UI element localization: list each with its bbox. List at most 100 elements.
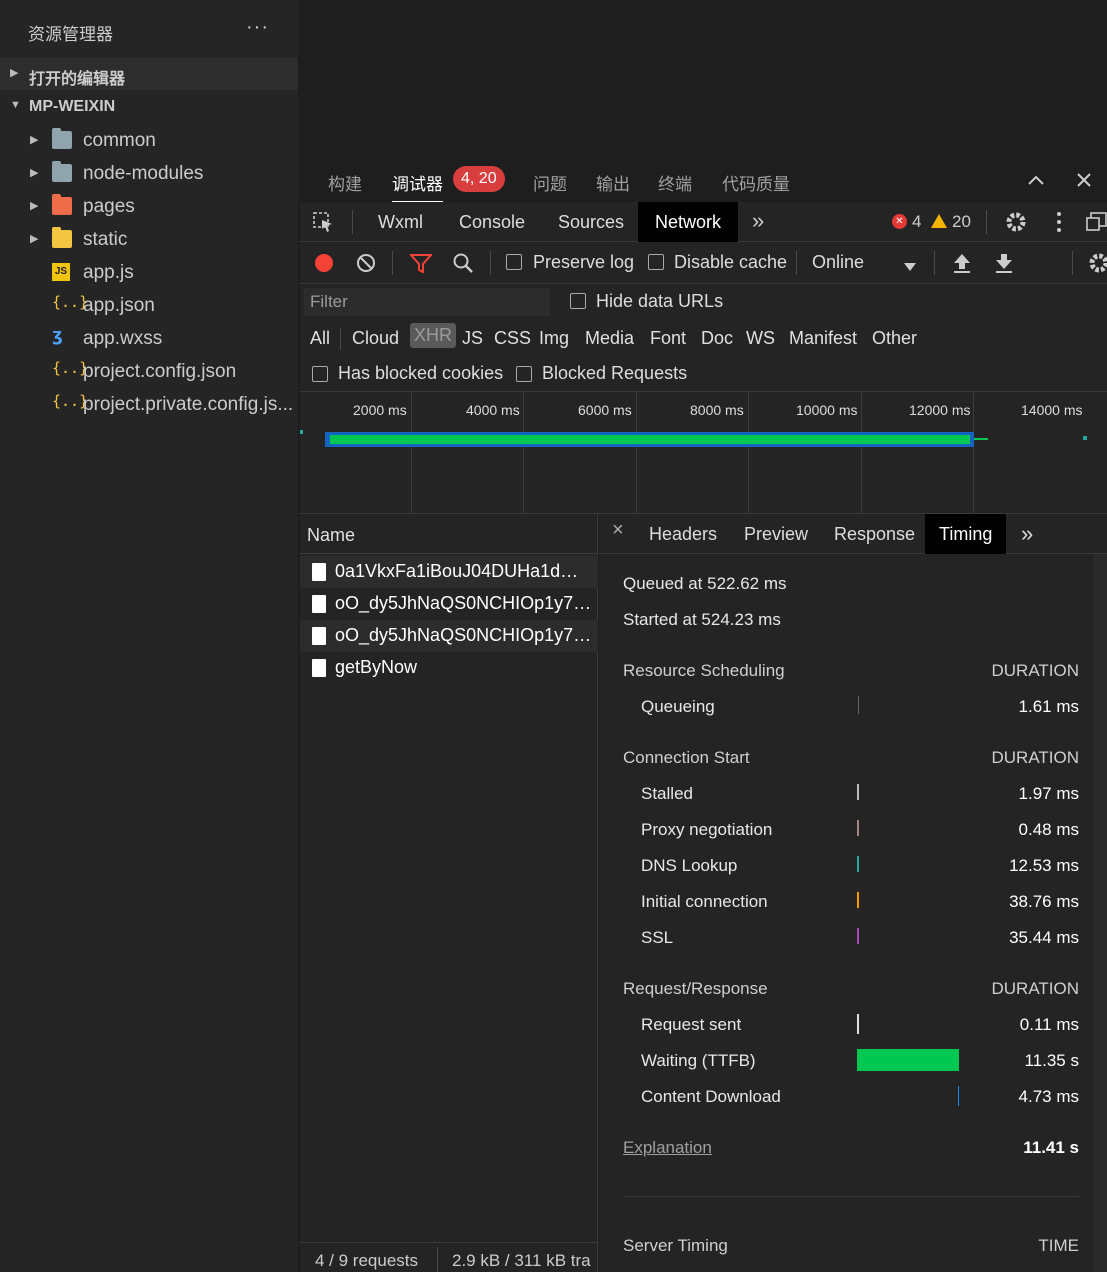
disable-cache-checkbox[interactable] xyxy=(648,254,664,270)
type-img[interactable]: Img xyxy=(539,328,569,349)
network-overview[interactable]: 2000 ms 4000 ms 6000 ms 8000 ms 10000 ms… xyxy=(300,392,1107,514)
tree-item-common[interactable]: ▶ common xyxy=(0,124,298,157)
name-column-header[interactable]: Name xyxy=(300,514,598,554)
chevron-right-icon: ▶ xyxy=(30,233,39,245)
tree-item-label: common xyxy=(83,130,156,151)
footer-divider xyxy=(437,1247,438,1272)
more-tabs-icon[interactable]: » xyxy=(752,208,764,234)
tab-debugger[interactable]: 调试器 xyxy=(392,170,443,203)
tab-wxml[interactable]: Wxml xyxy=(378,202,423,242)
warning-icon xyxy=(931,214,947,228)
tab-sources[interactable]: Sources xyxy=(558,202,624,242)
inspect-element-icon[interactable] xyxy=(312,211,334,238)
blocked-requests-checkbox[interactable] xyxy=(516,366,532,382)
filter-icon[interactable] xyxy=(408,253,434,278)
type-font[interactable]: Font xyxy=(650,328,686,349)
type-xhr[interactable]: XHR xyxy=(410,323,457,348)
filter-row: Filter Hide data URLs xyxy=(300,284,1107,320)
tab-response[interactable]: Response xyxy=(834,514,915,554)
tab-timing[interactable]: Timing xyxy=(925,514,1007,554)
type-cloud[interactable]: Cloud xyxy=(352,328,399,349)
tab-console[interactable]: Console xyxy=(459,202,525,242)
network-toolbar: Preserve log Disable cache Online xyxy=(300,242,1107,284)
preserve-log-checkbox[interactable] xyxy=(506,254,522,270)
gear-icon[interactable] xyxy=(1004,210,1028,239)
type-other[interactable]: Other xyxy=(872,328,917,349)
network-settings-icon[interactable] xyxy=(1087,251,1107,280)
tree-item-app-js[interactable]: JS app.js xyxy=(0,256,298,289)
timing-bar-request-sent xyxy=(857,1014,859,1034)
clear-icon[interactable] xyxy=(356,253,376,278)
tree-item-project-private-config[interactable]: {..} project.private.config.js... xyxy=(0,388,298,421)
error-icon: ✕ xyxy=(892,214,907,229)
request-row[interactable]: oO_dy5JhNaQS0NCHIOp1y79... xyxy=(300,588,598,620)
request-count: 4 / 9 requests xyxy=(315,1251,419,1270)
hide-data-urls-label: Hide data URLs xyxy=(596,291,724,311)
import-har-icon[interactable] xyxy=(952,252,972,279)
section-open-editors[interactable]: ▶ 打开的编辑器 xyxy=(0,58,298,90)
type-media[interactable]: Media xyxy=(585,328,634,349)
tab-headers[interactable]: Headers xyxy=(649,514,717,554)
hide-data-urls-checkbox[interactable] xyxy=(570,293,586,309)
request-row[interactable]: getByNow xyxy=(300,652,598,684)
section-title: Request/Response xyxy=(623,979,768,998)
chevron-up-icon[interactable] xyxy=(1026,170,1046,196)
duration-header: DURATION xyxy=(991,979,1079,998)
tree-item-node-modules[interactable]: ▶ node-modules xyxy=(0,157,298,190)
timing-bar-download xyxy=(958,1086,959,1106)
tree-item-project-config[interactable]: {..} project.config.json xyxy=(0,355,298,388)
explorer-title: 资源管理器 xyxy=(28,25,113,44)
scrollbar[interactable] xyxy=(1093,554,1107,1272)
timing-label: Stalled xyxy=(641,784,693,803)
undock-icon[interactable] xyxy=(1086,212,1107,237)
tick-line xyxy=(523,392,524,514)
kebab-menu-icon[interactable] xyxy=(1056,211,1062,238)
request-row[interactable]: 0a1VkxFa1iBouJ04DUHa1dMp... xyxy=(300,556,598,588)
type-manifest[interactable]: Manifest xyxy=(789,328,857,349)
type-css[interactable]: CSS xyxy=(494,328,531,349)
request-name: 0a1VkxFa1iBouJ04DUHa1dMp... xyxy=(335,561,593,581)
more-actions-icon[interactable]: ··· xyxy=(246,16,269,39)
error-count-badge: 4, 20 xyxy=(453,166,505,192)
timing-bar-dns xyxy=(857,856,859,872)
tab-problems[interactable]: 问题 xyxy=(533,170,567,195)
document-icon xyxy=(312,659,326,677)
tab-code-quality[interactable]: 代码质量 xyxy=(722,170,790,195)
tab-output[interactable]: 输出 xyxy=(596,170,630,195)
folder-static-icon xyxy=(52,227,72,248)
toolbar-divider xyxy=(986,210,987,234)
type-js[interactable]: JS xyxy=(462,328,483,349)
type-all[interactable]: All xyxy=(310,328,330,349)
section-mp-weixin[interactable]: ▼ MP-WEIXIN xyxy=(0,91,298,123)
toolbar-divider xyxy=(392,251,393,275)
tree-item-app-wxss[interactable]: ʒ app.wxss xyxy=(0,322,298,355)
type-ws[interactable]: WS xyxy=(746,328,775,349)
blocked-cookies-checkbox[interactable] xyxy=(312,366,328,382)
close-panel-icon[interactable] xyxy=(1074,170,1094,196)
tab-network[interactable]: Network xyxy=(638,202,739,242)
tab-build[interactable]: 构建 xyxy=(328,170,362,195)
search-icon[interactable] xyxy=(452,252,474,279)
document-icon xyxy=(312,627,326,645)
filter-input[interactable]: Filter xyxy=(304,288,550,316)
section-title: Resource Scheduling xyxy=(623,661,785,680)
throttling-select[interactable]: Online xyxy=(812,252,864,273)
chevron-right-icon: ▶ xyxy=(10,67,19,79)
tick-line xyxy=(861,392,862,514)
caret-down-icon[interactable] xyxy=(904,256,916,277)
tree-item-app-json[interactable]: {..} app.json xyxy=(0,289,298,322)
tree-item-pages[interactable]: ▶ pages xyxy=(0,190,298,223)
record-icon[interactable] xyxy=(314,253,334,278)
css-file-icon: ʒ xyxy=(52,325,63,346)
export-har-icon[interactable] xyxy=(994,252,1014,279)
tree-item-static[interactable]: ▶ static xyxy=(0,223,298,256)
more-tabs-icon[interactable]: » xyxy=(1021,514,1033,554)
tab-terminal[interactable]: 终端 xyxy=(658,170,692,195)
timing-bar-initial-connection xyxy=(857,892,859,908)
tab-preview[interactable]: Preview xyxy=(744,514,808,554)
timing-value: 0.48 ms xyxy=(1018,820,1079,839)
explanation-link[interactable]: Explanation xyxy=(623,1138,712,1158)
close-icon[interactable]: × xyxy=(612,510,624,550)
type-doc[interactable]: Doc xyxy=(701,328,733,349)
request-row[interactable]: oO_dy5JhNaQS0NCHIOp1y79... xyxy=(300,620,598,652)
